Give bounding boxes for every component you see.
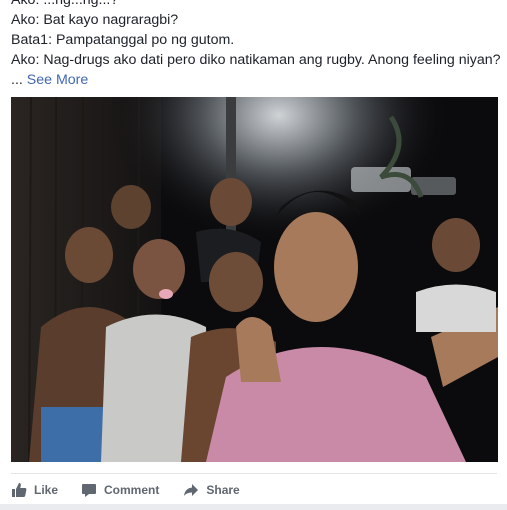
action-bar: Like Comment Share — [11, 476, 240, 504]
thumbs-up-icon — [11, 482, 27, 498]
ellipsis: ... — [11, 72, 27, 88]
like-button[interactable]: Like — [11, 482, 58, 498]
facebook-post: Ako: ...ng...ng...? Ako: Bat kayo nagrar… — [0, 0, 507, 510]
post-photo[interactable] — [11, 97, 498, 462]
comment-label: Comment — [104, 483, 160, 497]
see-more-line: ... See More — [11, 70, 503, 90]
post-text: Ako: ...ng...ng...? Ako: Bat kayo nagrar… — [11, 0, 503, 90]
post-line-0: Ako: ...ng...ng...? — [11, 0, 119, 8]
see-more-link[interactable]: See More — [27, 72, 89, 88]
post-line-3: Ako: Nag-drugs ako dati pero diko natika… — [11, 52, 501, 68]
share-button[interactable]: Share — [183, 482, 240, 498]
share-label: Share — [206, 483, 240, 497]
post-line-1: Ako: Bat kayo nagraragbi? — [11, 12, 179, 28]
post-line-2: Bata1: Pampatanggal po ng gutom. — [11, 32, 235, 48]
action-divider — [11, 473, 497, 474]
post-bottom-border — [0, 504, 507, 510]
comment-button[interactable]: Comment — [81, 482, 159, 498]
group-selfie-photo — [11, 97, 498, 462]
speech-bubble-icon — [81, 482, 97, 498]
share-arrow-icon — [183, 482, 199, 498]
like-label: Like — [34, 483, 59, 497]
